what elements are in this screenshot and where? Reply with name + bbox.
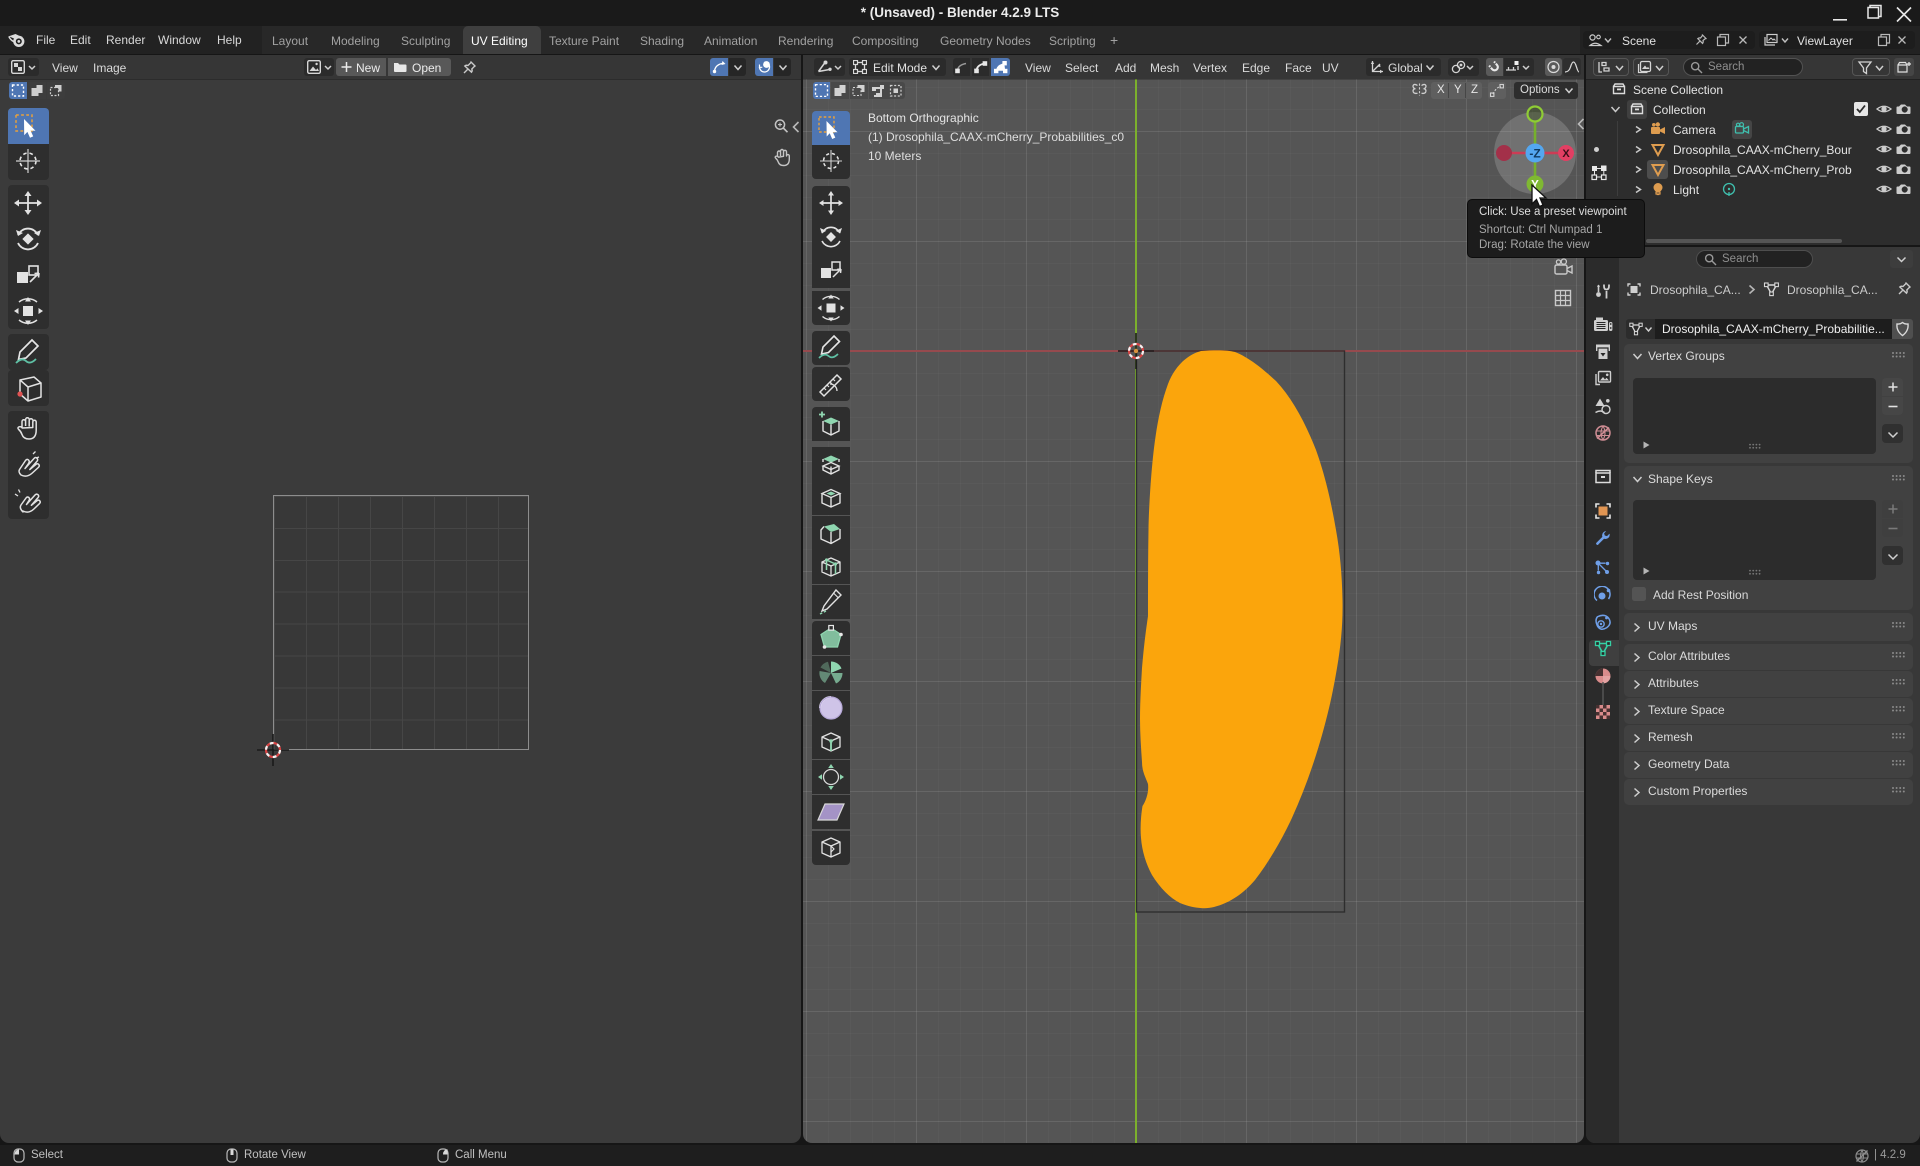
svg-text:X: X bbox=[1562, 148, 1570, 160]
svg-text:-Z: -Z bbox=[1529, 147, 1540, 161]
